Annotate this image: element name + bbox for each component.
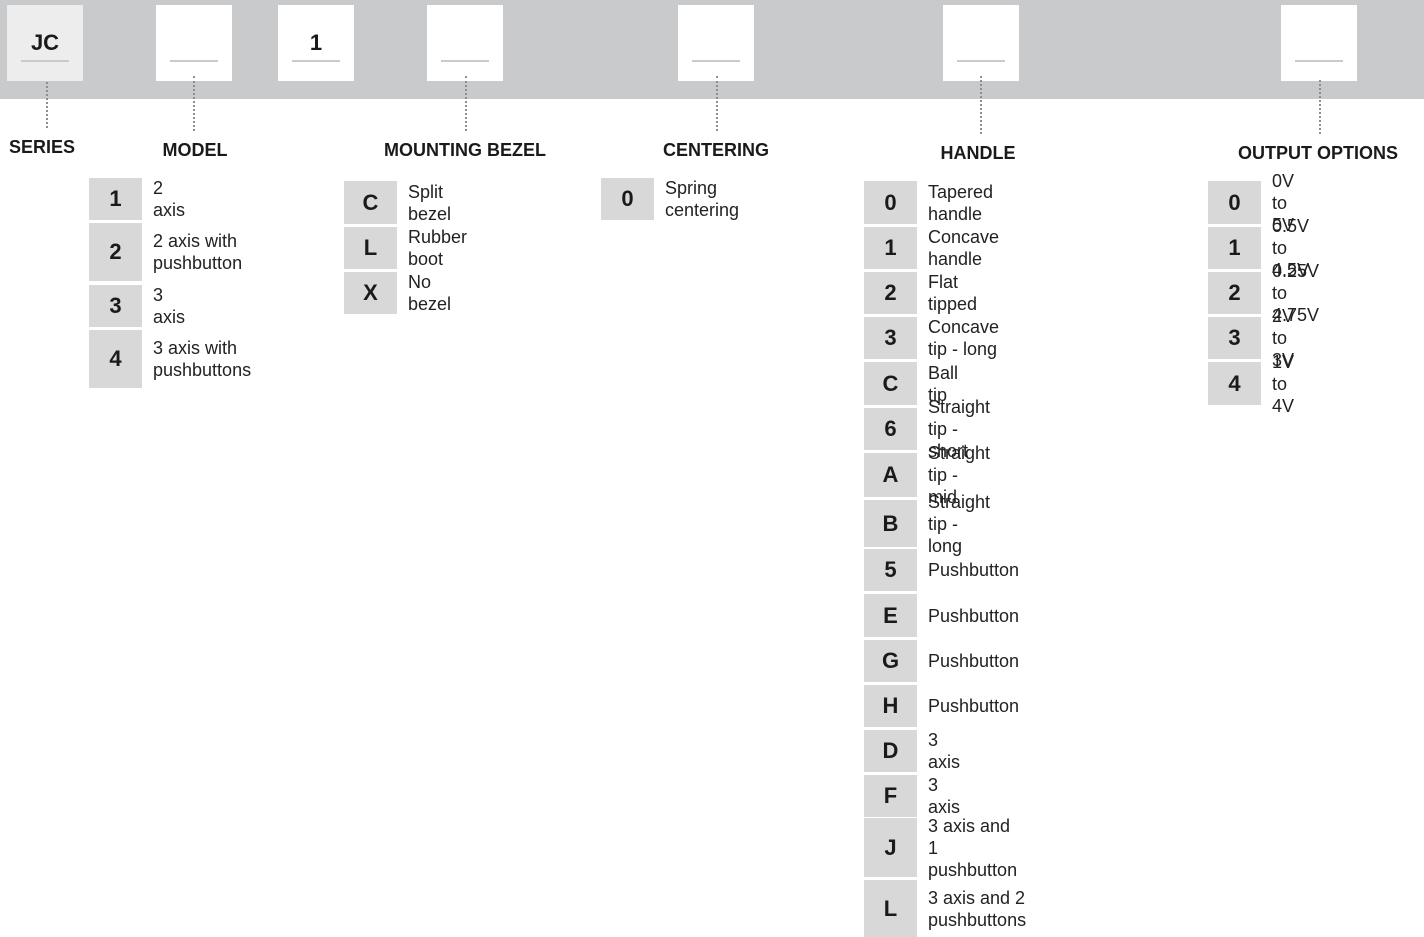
model-option-label: 2 axis — [153, 178, 186, 220]
handle-option-label: 3 axis and 2 pushbuttons — [928, 887, 1027, 930]
model-option-label: 2 axis with pushbutton — [153, 231, 243, 273]
handle-option-label: Pushbutton — [928, 651, 1020, 671]
field-underline — [692, 60, 740, 62]
config-code-field[interactable]: 1 — [278, 5, 354, 81]
dotted-connector — [465, 76, 467, 131]
handle-option-code: 3 — [864, 317, 917, 359]
centering-option-label: Spring centering — [665, 178, 740, 220]
model-option-code: 3 — [89, 285, 142, 327]
handle-option-code: J — [864, 818, 917, 877]
field-underline — [957, 60, 1005, 62]
handle-option-label: Tapered handle — [928, 181, 994, 224]
mounting-bezel-option-code: X — [344, 272, 397, 314]
handle-option-label: Flat tipped — [928, 272, 978, 314]
dotted-connector — [193, 76, 195, 131]
heading-centering: CENTERING — [662, 140, 770, 160]
field-underline — [1295, 60, 1343, 62]
config-code-value: 1 — [309, 30, 323, 55]
mounting-bezel-option-code: L — [344, 227, 397, 269]
handle-option-code: C — [864, 362, 917, 405]
handle-option-code: L — [864, 880, 917, 937]
heading-model: MODEL — [162, 140, 228, 160]
output-option-option-code: 2 — [1208, 272, 1261, 314]
handle-option-code: D — [864, 730, 917, 772]
handle-option-label: 3 axis — [928, 775, 961, 817]
field-underline — [441, 60, 489, 62]
heading-mounting-bezel: MOUNTING BEZEL — [384, 140, 546, 160]
model-option-label: 3 axis with pushbuttons — [153, 338, 252, 380]
handle-option-label: 3 axis — [928, 730, 961, 772]
dotted-connector — [46, 82, 48, 128]
handle-option-code: 5 — [864, 549, 917, 591]
output-option-option-code: 0 — [1208, 181, 1261, 224]
series-code-value: JC — [30, 30, 60, 55]
centering-option-code: 0 — [601, 178, 654, 220]
mounting-bezel-option-code: C — [344, 181, 397, 224]
handle-code-field[interactable] — [943, 5, 1019, 81]
field-underline — [292, 60, 340, 62]
handle-option-label: Pushbutton — [928, 696, 1020, 716]
mounting-bezel-option-label: Rubber boot — [408, 227, 468, 269]
output-option-option-code: 1 — [1208, 227, 1261, 269]
handle-option-label: Straight tip - long — [928, 491, 991, 556]
field-underline — [21, 60, 69, 62]
handle-option-code: H — [864, 685, 917, 727]
handle-option-code: A — [864, 453, 917, 497]
output-options-code-field[interactable] — [1281, 5, 1357, 81]
model-option-code: 1 — [89, 178, 142, 220]
model-option-code: 2 — [89, 223, 142, 281]
dotted-connector — [716, 76, 718, 131]
handle-option-code: 2 — [864, 272, 917, 314]
handle-option-code: B — [864, 500, 917, 547]
mounting-bezel-code-field[interactable] — [427, 5, 503, 81]
heading-handle: HANDLE — [940, 143, 1016, 163]
handle-option-code: G — [864, 640, 917, 682]
series-code-field[interactable]: JC — [7, 5, 83, 81]
centering-code-field[interactable] — [678, 5, 754, 81]
output-option-option-code: 4 — [1208, 362, 1261, 405]
handle-option-code: 0 — [864, 181, 917, 224]
handle-option-code: E — [864, 594, 917, 637]
handle-option-label: Pushbutton — [928, 605, 1020, 626]
mounting-bezel-option-label: No bezel — [408, 272, 452, 314]
handle-option-label: Pushbutton — [928, 560, 1020, 580]
handle-option-code: F — [864, 775, 917, 817]
handle-option-label: Concave tip - long — [928, 317, 1000, 359]
heading-output-options: OUTPUT OPTIONS — [1237, 143, 1399, 163]
output-option-option-code: 3 — [1208, 317, 1261, 359]
field-underline — [170, 60, 218, 62]
dotted-connector — [980, 76, 982, 134]
handle-option-code: 6 — [864, 408, 917, 450]
mounting-bezel-option-label: Split bezel — [408, 181, 452, 224]
model-option-code: 4 — [89, 330, 142, 388]
output-option-option-label: 1V to 4V — [1272, 351, 1295, 416]
model-code-field[interactable] — [156, 5, 232, 81]
handle-option-code: 1 — [864, 227, 917, 269]
heading-series: SERIES — [8, 137, 76, 157]
handle-option-label: Concave handle — [928, 227, 1000, 269]
dotted-connector — [1319, 80, 1321, 134]
model-option-label: 3 axis — [153, 285, 186, 327]
handle-option-label: 3 axis and 1 pushbutton — [928, 815, 1018, 880]
